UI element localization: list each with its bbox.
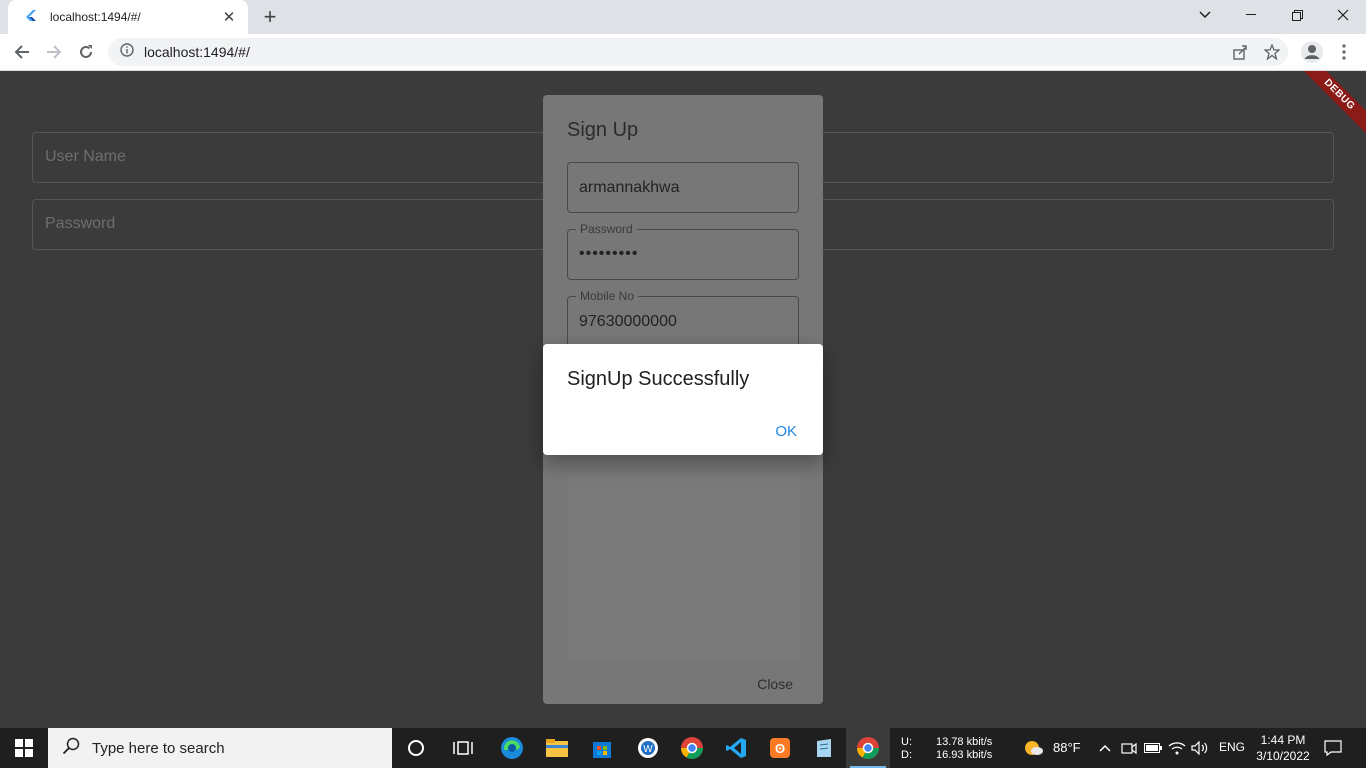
signup-password-field[interactable]: Password ••••••••• [567,222,799,280]
signup-password-value: ••••••••• [579,245,639,262]
meet-now-icon[interactable] [1119,738,1139,758]
chrome-active-icon[interactable] [846,728,890,768]
clock-date[interactable]: 3/10/2022 [1252,749,1314,764]
language-indicator[interactable]: ENG [1219,741,1245,754]
xampp-icon[interactable]: ʘ [758,728,802,768]
cortana-icon[interactable] [394,728,438,768]
volume-icon[interactable] [1190,738,1210,758]
windows-start-icon[interactable] [2,728,46,768]
success-alert-dialog: SignUp Successfully OK [543,344,823,455]
forward-arrow-icon[interactable] [40,38,68,66]
weather-temperature[interactable]: 88°F [1053,741,1081,754]
taskbar-search-box[interactable]: Type here to search [48,728,392,768]
svg-text:ʘ: ʘ [775,741,785,756]
ok-button[interactable]: OK [775,423,797,440]
net-upload-label: U: [901,736,912,748]
net-download-label: D: [901,749,912,761]
restore-icon[interactable] [1274,0,1320,30]
info-icon[interactable] [120,42,134,62]
signup-mobile-value: 97630000000 [579,313,677,330]
battery-icon[interactable] [1143,738,1163,758]
menu-kebab-icon[interactable] [1330,38,1358,66]
svg-text:W: W [643,744,653,755]
close-tab-icon[interactable]: ✕ [220,8,238,26]
app-page: User Name Password DEBUG Sign Up armanna… [0,71,1366,727]
tab-search-chevron-icon[interactable] [1182,0,1228,30]
signup-title: Sign Up [567,119,639,141]
signup-mobile-label: Mobile No [576,289,639,303]
tab-title: localhost:1494/#/ [50,10,141,24]
net-upload-speed: 13.78 kbit/s [936,736,993,748]
wifi-icon[interactable] [1167,738,1187,758]
net-download-speed: 16.93 kbit/s [936,749,993,761]
microsoft-store-icon[interactable] [580,728,624,768]
signup-address-area[interactable] [567,475,799,660]
app-w-icon[interactable]: W [626,728,670,768]
tray-chevron-up-icon[interactable] [1095,738,1115,758]
alert-message: SignUp Successfully [567,368,750,390]
notification-center-icon[interactable] [1323,738,1343,758]
file-explorer-icon[interactable] [535,728,579,768]
address-bar[interactable]: localhost:1494/#/ [108,38,1288,66]
signup-mobile-field[interactable]: Mobile No 97630000000 [567,289,799,347]
debug-banner: DEBUG [1294,71,1366,140]
search-icon [62,737,80,760]
clock-time[interactable]: 1:44 PM [1260,733,1306,748]
reload-icon[interactable] [72,38,100,66]
browser-tab[interactable]: localhost:1494/#/ ✕ [8,0,248,34]
browser-tab-strip: localhost:1494/#/ ✕ + [0,0,1366,34]
edge-browser-icon[interactable] [490,728,534,768]
windows-taskbar: Type here to search W ʘ U: D: 13.78 kbit… [0,728,1366,768]
url-text: localhost:1494/#/ [144,44,250,60]
minimize-icon[interactable] [1228,0,1274,30]
signup-username-value: armannakhwa [579,179,680,196]
task-view-icon[interactable] [441,728,485,768]
search-placeholder: Type here to search [92,739,225,757]
weather-sun-icon[interactable] [1024,738,1044,758]
new-tab-icon[interactable]: + [258,4,282,29]
flutter-favicon-icon [24,9,40,25]
notepad-icon[interactable] [802,728,846,768]
browser-toolbar: localhost:1494/#/ [0,34,1366,71]
close-button[interactable]: Close [757,676,793,692]
chrome-profile-icon[interactable] [670,728,714,768]
back-arrow-icon[interactable] [8,38,36,66]
username-placeholder: User Name [45,148,126,165]
profile-avatar-icon[interactable] [1298,38,1326,66]
window-close-icon[interactable] [1320,0,1366,30]
signup-username-field[interactable]: armannakhwa [567,162,799,213]
signup-password-label: Password [576,222,637,236]
vscode-icon[interactable] [714,728,758,768]
password-placeholder: Password [45,215,116,232]
bookmark-star-icon[interactable] [1258,38,1286,66]
share-icon[interactable] [1226,38,1254,66]
